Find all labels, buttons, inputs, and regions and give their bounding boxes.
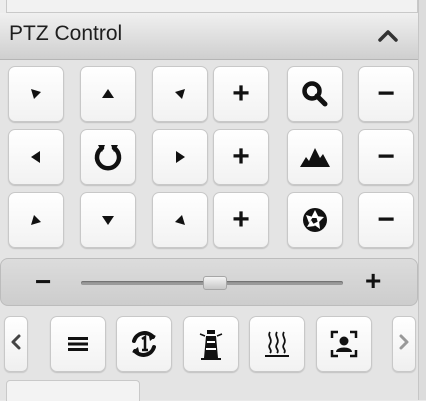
heater-button[interactable] (249, 316, 305, 372)
arrow-down-right-icon (172, 212, 188, 228)
arrow-down-left-icon (28, 212, 44, 228)
bottom-tab[interactable] (6, 380, 140, 401)
slider-thumb[interactable] (203, 276, 227, 290)
iris-icon (301, 206, 329, 234)
minus-label: − (377, 140, 395, 173)
zoom-in-button[interactable]: + (213, 66, 269, 122)
person-frame-button[interactable] (316, 316, 372, 372)
top-frame (0, 0, 426, 13)
chevron-right-icon (398, 333, 410, 356)
focus-button[interactable] (287, 129, 343, 185)
arrow-right-button[interactable] (152, 129, 208, 185)
zoom-out-button[interactable]: − (358, 66, 414, 122)
plus-label: + (232, 140, 250, 173)
next-button[interactable] (392, 316, 416, 372)
one-touch-patrol-icon (128, 328, 160, 360)
arrow-left-button[interactable] (8, 129, 64, 185)
arrow-up-left-icon (28, 86, 44, 102)
chevron-left-icon (10, 333, 22, 356)
slider-minus-button[interactable]: − (35, 266, 51, 298)
arrow-up-button[interactable] (80, 66, 136, 122)
plus-label: + (232, 77, 250, 110)
arrow-right-icon (172, 149, 188, 165)
lighthouse-icon (198, 327, 224, 361)
arrow-up-left-button[interactable] (8, 66, 64, 122)
scrollbar[interactable] (418, 0, 426, 400)
arrow-down-left-button[interactable] (8, 192, 64, 248)
lighthouse-button[interactable] (183, 316, 239, 372)
auto-rotate-icon (91, 140, 125, 174)
iris-button[interactable] (287, 192, 343, 248)
arrow-up-icon (100, 86, 116, 102)
menu-icon (67, 336, 89, 352)
heater-icon (263, 329, 291, 359)
zoom-slider-bar: − + (0, 258, 418, 306)
arrow-down-right-button[interactable] (152, 192, 208, 248)
auto-rotate-button[interactable] (80, 129, 136, 185)
ptz-header[interactable]: PTZ Control (0, 13, 418, 60)
zoom-icon (300, 79, 330, 109)
prev-button[interactable] (4, 316, 28, 372)
panel-title: PTZ Control (9, 22, 123, 45)
arrow-left-icon (28, 149, 44, 165)
focus-near-button[interactable]: + (213, 129, 269, 185)
arrow-up-right-button[interactable] (152, 66, 208, 122)
focus-far-button[interactable]: − (358, 129, 414, 185)
zoom-button[interactable] (287, 66, 343, 122)
chevron-up-icon[interactable] (374, 23, 402, 49)
arrow-down-icon (100, 212, 116, 228)
focus-icon (299, 145, 331, 169)
arrow-down-button[interactable] (80, 192, 136, 248)
menu-button[interactable] (50, 316, 106, 372)
one-touch-patrol-button[interactable] (116, 316, 172, 372)
minus-label: − (377, 77, 395, 110)
person-frame-icon (330, 330, 358, 358)
arrow-up-right-icon (172, 86, 188, 102)
minus-label: − (377, 203, 395, 236)
iris-close-button[interactable]: − (358, 192, 414, 248)
plus-label: + (232, 203, 250, 236)
slider-plus-button[interactable]: + (365, 265, 381, 297)
iris-open-button[interactable]: + (213, 192, 269, 248)
